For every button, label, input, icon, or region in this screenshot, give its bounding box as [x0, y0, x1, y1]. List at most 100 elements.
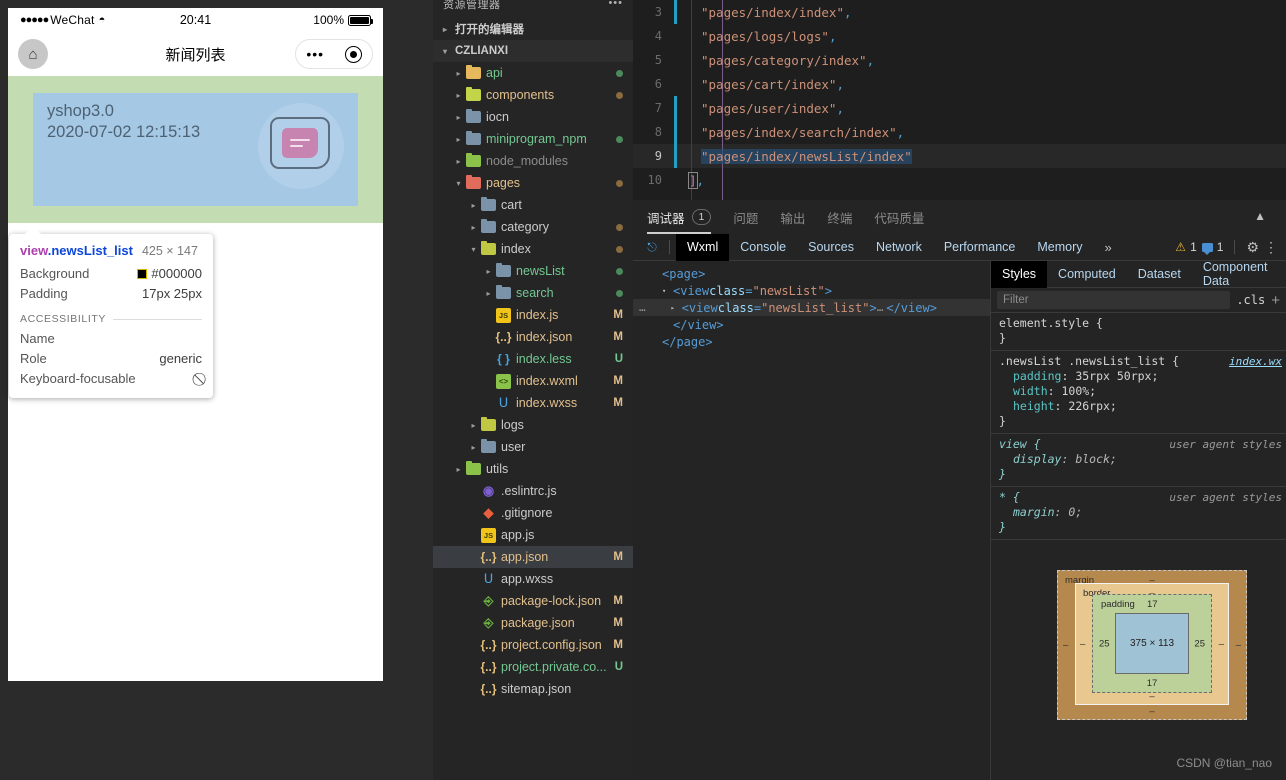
tree-file-index-js[interactable]: JS index.js M: [433, 304, 633, 326]
styles-tab-component-data[interactable]: Component Data: [1192, 260, 1286, 288]
wxml-node-4[interactable]: </page>: [633, 333, 990, 350]
filter-input[interactable]: Filter: [997, 291, 1231, 309]
code-line-10[interactable]: 10],: [633, 168, 1286, 192]
tree-file--eslintrc-js[interactable]: ◉ .eslintrc.js: [433, 480, 633, 502]
tree-file-app-js[interactable]: JS app.js: [433, 524, 633, 546]
inspector-tab-network[interactable]: Network: [865, 234, 933, 261]
devtools-tab-4[interactable]: 代码质量: [874, 200, 924, 234]
code-line-8[interactable]: 8 "pages/index/search/index",: [633, 120, 1286, 144]
css-rule-0[interactable]: element.style {}: [991, 313, 1286, 351]
declaration-2[interactable]: height: 226rpx;: [999, 399, 1286, 414]
disclosure-triangle-icon[interactable]: ▸: [467, 443, 480, 452]
home-icon[interactable]: ⌂: [18, 39, 48, 69]
tree-folder-iocn[interactable]: ▸ iocn: [433, 106, 633, 128]
tree-folder-miniprogram-npm[interactable]: ▸ miniprogram_npm: [433, 128, 633, 150]
code-editor[interactable]: 3 "pages/index/index", 4 "pages/logs/logs",…: [633, 0, 1286, 200]
disclosure-triangle-icon[interactable]: ▸: [452, 69, 465, 78]
inspector-tab-sources[interactable]: Sources: [797, 234, 865, 261]
styles-tab-dataset[interactable]: Dataset: [1127, 261, 1192, 288]
disclosure-triangle-icon[interactable]: ▸: [482, 267, 495, 276]
wxml-node-2[interactable]: … ▸ <view class = "newsList_list" >… </view>: [633, 299, 990, 316]
tree-file-project-private-co-[interactable]: {..} project.private.co... U: [433, 656, 633, 678]
code-line-5[interactable]: 5 "pages/category/index",: [633, 48, 1286, 72]
rule-source[interactable]: index.wx: [1229, 354, 1282, 369]
disclosure-triangle-icon[interactable]: ▸: [467, 421, 480, 430]
wechat-capsule-buttons[interactable]: •••: [295, 39, 373, 69]
tree-file-package-json[interactable]: ⎆ package.json M: [433, 612, 633, 634]
tree-file-project-config-json[interactable]: {..} project.config.json M: [433, 634, 633, 656]
tree-folder-pages[interactable]: ▾ pages: [433, 172, 633, 194]
tree-file--gitignore[interactable]: ◆ .gitignore: [433, 502, 633, 524]
open-editors-section[interactable]: ▸ 打开的编辑器: [433, 18, 633, 40]
menu-dots-icon[interactable]: •••: [306, 46, 324, 62]
wxml-node-3[interactable]: </view>: [633, 316, 990, 333]
disclosure-triangle-icon[interactable]: ▸: [452, 465, 465, 474]
code-line-6[interactable]: 6 "pages/cart/index",: [633, 72, 1286, 96]
tree-file-index-json[interactable]: {..} index.json M: [433, 326, 633, 348]
tree-folder-api[interactable]: ▸ api: [433, 62, 633, 84]
inspector-tab-wxml[interactable]: Wxml: [676, 233, 730, 261]
wxml-node-1[interactable]: ▾ <view class = "newsList" >: [633, 282, 990, 299]
tree-file-app-wxss[interactable]: Սapp.wxss: [433, 568, 633, 590]
explorer-more-icon[interactable]: •••: [608, 0, 623, 9]
inspector-tab-console[interactable]: Console: [729, 234, 797, 261]
disclosure-triangle-icon[interactable]: ▸: [452, 91, 465, 100]
code-line-3[interactable]: 3 "pages/index/index",: [633, 0, 1286, 24]
tree-folder-utils[interactable]: ▸ utils: [433, 458, 633, 480]
inspector-tab-performance[interactable]: Performance: [933, 234, 1027, 261]
tree-file-index-wxml[interactable]: <> index.wxml M: [433, 370, 633, 392]
node-disclosure-icon[interactable]: ▾: [662, 287, 673, 295]
tree-folder-components[interactable]: ▸ components: [433, 84, 633, 106]
tree-folder-cart[interactable]: ▸ cart: [433, 194, 633, 216]
add-rule-button[interactable]: +: [1271, 292, 1280, 309]
target-icon[interactable]: [344, 45, 362, 63]
tree-folder-search[interactable]: ▸ search: [433, 282, 633, 304]
gear-icon[interactable]: ⚙: [1246, 239, 1259, 256]
tree-folder-logs[interactable]: ▸ logs: [433, 414, 633, 436]
node-ellipsis-icon[interactable]: …: [639, 301, 647, 314]
chevron-up-icon[interactable]: ▲: [1254, 209, 1266, 223]
disclosure-triangle-icon[interactable]: ▸: [452, 135, 465, 144]
devtools-tab-2[interactable]: 输出: [780, 200, 805, 234]
code-line-9[interactable]: 9 "pages/index/newsList/index": [633, 144, 1286, 168]
styles-tab-styles[interactable]: Styles: [991, 260, 1048, 288]
devtools-tab-1[interactable]: 问题: [733, 200, 758, 234]
node-disclosure-icon[interactable]: ▸: [671, 304, 682, 312]
declaration-1[interactable]: width: 100%;: [999, 384, 1286, 399]
css-rule-1[interactable]: index.wx .newsList .newsList_list {paddin…: [991, 351, 1286, 434]
css-rule-3[interactable]: user agent styles * {margin: 0;}: [991, 487, 1286, 540]
declaration-0[interactable]: display: block;: [999, 452, 1286, 467]
tree-folder-category[interactable]: ▸ category: [433, 216, 633, 238]
tree-folder-newslist[interactable]: ▸ newsList: [433, 260, 633, 282]
tree-file-index-wxss[interactable]: Սindex.wxss M: [433, 392, 633, 414]
news-list-item[interactable]: yshop3.0 2020-07-02 12:15:13: [33, 93, 358, 206]
declaration-0[interactable]: margin: 0;: [999, 505, 1286, 520]
tree-file-package-lock-json[interactable]: ⎆ package-lock.json M: [433, 590, 633, 612]
css-rule-2[interactable]: user agent styles view {display: block;}: [991, 434, 1286, 487]
cls-button[interactable]: .cls: [1236, 293, 1265, 307]
devtools-tab-3[interactable]: 终端: [827, 200, 852, 234]
devtools-tab-0[interactable]: 调试器 1: [647, 200, 712, 234]
tree-file-sitemap-json[interactable]: {..} sitemap.json: [433, 678, 633, 700]
tree-file-index-less[interactable]: { } index.less U: [433, 348, 633, 370]
tree-file-app-json[interactable]: {..} app.json M: [433, 546, 633, 568]
wxml-node-0[interactable]: <page>: [633, 265, 990, 282]
disclosure-triangle-icon[interactable]: ▸: [452, 157, 465, 166]
disclosure-triangle-icon[interactable]: ▸: [482, 289, 495, 298]
kebab-menu-icon[interactable]: ⋮: [1264, 240, 1278, 254]
tree-folder-node-modules[interactable]: ▸ node_modules: [433, 150, 633, 172]
more-tabs-icon[interactable]: »: [1094, 234, 1123, 261]
tree-folder-user[interactable]: ▸ user: [433, 436, 633, 458]
inspector-tab-memory[interactable]: Memory: [1026, 234, 1093, 261]
project-root-section[interactable]: ▾ CZLIANXI: [433, 40, 633, 62]
tree-folder-index[interactable]: ▾ index: [433, 238, 633, 260]
inspect-element-icon[interactable]: ⎋: [641, 236, 663, 258]
styles-tab-computed[interactable]: Computed: [1047, 261, 1127, 288]
disclosure-triangle-icon[interactable]: ▸: [452, 113, 465, 122]
code-line-7[interactable]: 7 "pages/user/index",: [633, 96, 1286, 120]
disclosure-triangle-icon[interactable]: ▾: [452, 179, 465, 188]
message-count-badge[interactable]: 1: [1201, 240, 1223, 255]
disclosure-triangle-icon[interactable]: ▾: [467, 245, 480, 254]
declaration-0[interactable]: padding: 35rpx 50rpx;: [999, 369, 1286, 384]
code-line-4[interactable]: 4 "pages/logs/logs",: [633, 24, 1286, 48]
